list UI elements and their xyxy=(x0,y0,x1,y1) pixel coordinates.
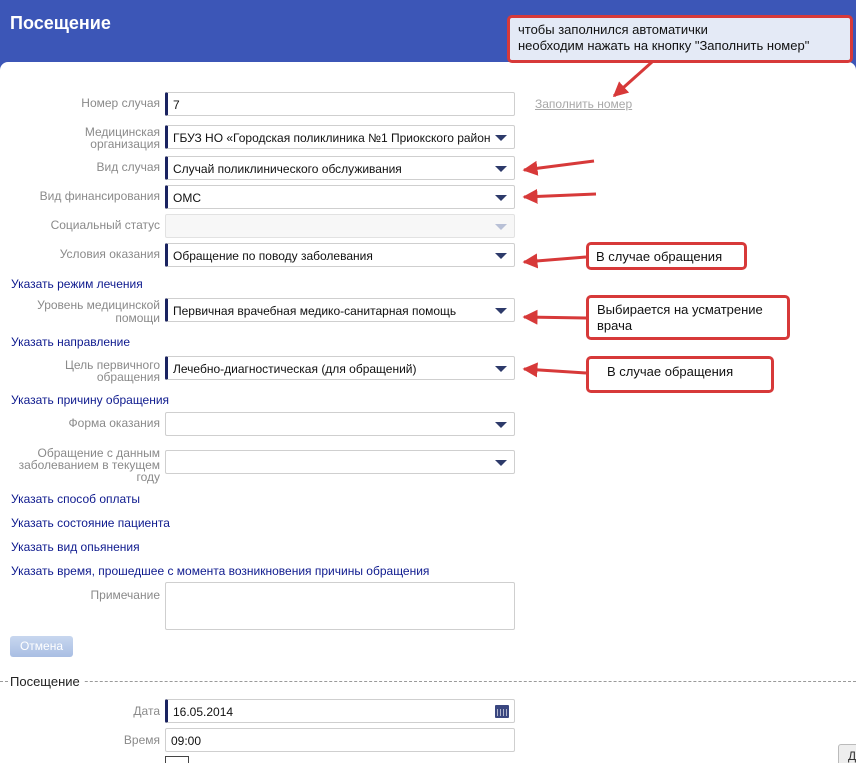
arrow-to-fill-link xyxy=(612,60,654,98)
annotation-top-line1: чтобы заполнился автоматички xyxy=(518,22,708,37)
annotation-top: чтобы заполнился автоматички необходим н… xyxy=(507,15,853,63)
annotation-top-line2: необходим нажать на кнопку "Заполнить но… xyxy=(518,38,810,53)
arrow-to-conditions xyxy=(522,253,587,269)
annotation-primary-goal: В случае обращения xyxy=(586,356,774,393)
arrow-to-care-level xyxy=(522,309,587,325)
annotation-level-line1: Выбирается на усматрение xyxy=(597,302,763,317)
arrow-to-case-type xyxy=(522,159,595,176)
annotation-level-line2: врача xyxy=(597,318,633,333)
arrow-to-primary-goal xyxy=(522,362,587,378)
annotation-care-level: Выбирается на усматрение врача xyxy=(586,295,790,340)
annotation-conditions: В случае обращения xyxy=(586,242,747,270)
arrow-to-financing xyxy=(522,188,597,204)
